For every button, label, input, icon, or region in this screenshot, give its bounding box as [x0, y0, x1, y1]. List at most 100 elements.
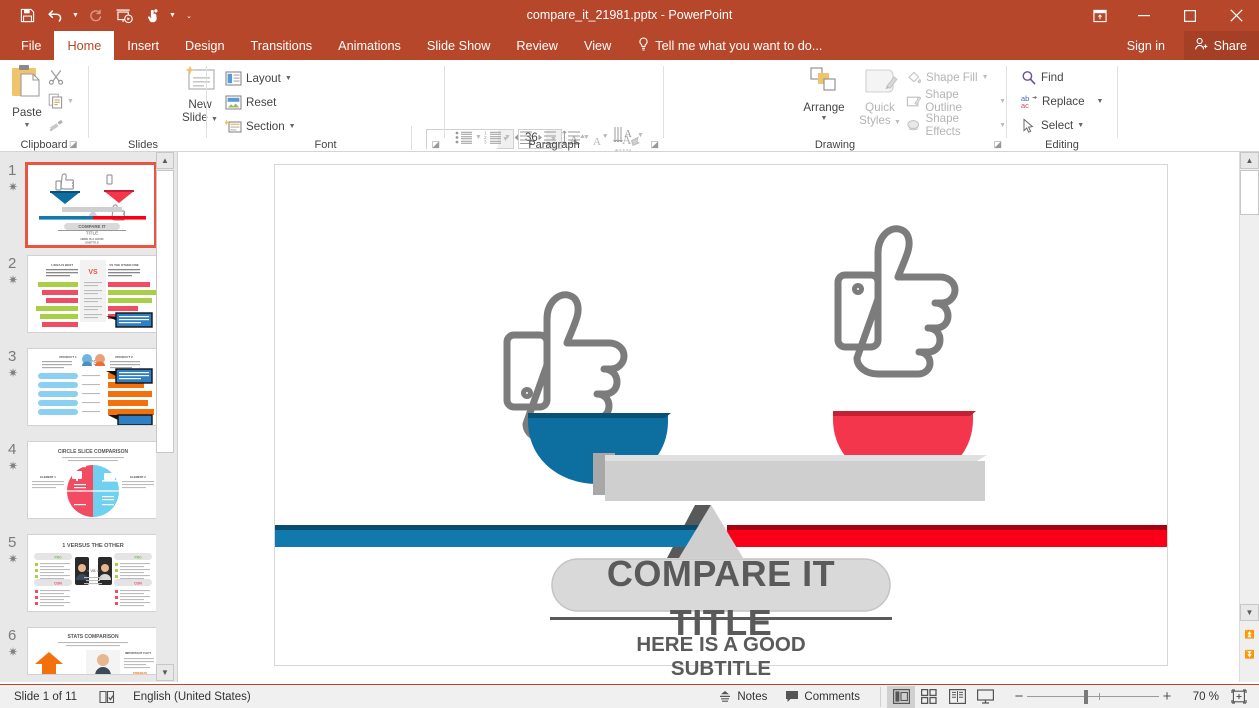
reading-view-button[interactable]: [943, 686, 971, 708]
quick-styles-button[interactable]: Quick Styles ▼: [852, 66, 908, 127]
maximize-button[interactable]: [1167, 0, 1213, 31]
select-button[interactable]: Select ▼: [1021, 113, 1103, 137]
svg-text:PRO: PRO: [54, 556, 62, 560]
clipboard-dialog-launcher[interactable]: ◪: [69, 139, 78, 150]
share-label: Share: [1213, 38, 1247, 53]
ribbon-group-paragraph: ▼ 123 ▼ ▼ A ▼ Paragraph ◪: [445, 60, 663, 187]
slide-indicator[interactable]: Slide 1 of 11: [14, 691, 77, 703]
format-painter-button[interactable]: [48, 113, 84, 137]
replace-dropdown-icon[interactable]: ▼: [1097, 98, 1104, 105]
thumbnail-row-4[interactable]: 4 ✷ CIRCLE SLICE COMPARISON ELEMENT 1 EL…: [0, 441, 177, 524]
share-button[interactable]: Share: [1183, 31, 1259, 60]
fit-to-window-button[interactable]: [1231, 689, 1247, 704]
select-dropdown-icon[interactable]: ▼: [1077, 122, 1084, 129]
tab-review[interactable]: Review: [503, 31, 571, 60]
paste-dropdown-icon[interactable]: ▼: [6, 122, 48, 129]
slide-thumbnail-6[interactable]: STATS COMPARISON IMPORTANT FACT STRENGTH: [27, 627, 159, 675]
shape-fill-dropdown-icon[interactable]: ▼: [982, 74, 989, 81]
replace-button[interactable]: ab ac Replace ▼: [1021, 89, 1103, 113]
zoom-out-button[interactable]: −: [1011, 688, 1027, 705]
tab-transitions[interactable]: Transitions: [238, 31, 326, 60]
thumbnail-row-2[interactable]: 2 ✷ VS 1 IDEA IS BEST VS THE OTHER ONE: [0, 255, 177, 338]
notes-button[interactable]: Notes: [718, 690, 767, 703]
minimize-button[interactable]: [1121, 0, 1167, 31]
tab-insert[interactable]: Insert: [114, 31, 172, 60]
shape-fill-button[interactable]: Shape Fill ▼: [906, 65, 1006, 89]
thumbnail-row-3[interactable]: 3 ✷ VS PRODUCT 1 PRODUCT 2: [0, 348, 177, 431]
panel-scroll-up-button[interactable]: ▲: [156, 152, 174, 169]
slide-show-button[interactable]: [971, 686, 999, 708]
status-separator: [880, 686, 881, 707]
slide-thumbnail-1[interactable]: COMPARE IT TITLE HERE IS A GOOD SUBTITLE: [25, 162, 157, 248]
tab-file[interactable]: File: [8, 31, 54, 60]
lightbulb-icon: [638, 36, 649, 55]
thumbnail-number: 4: [8, 441, 17, 458]
text-direction-dropdown-icon[interactable]: ▼: [637, 132, 644, 139]
svg-text:CON: CON: [134, 582, 142, 586]
zoom-slider[interactable]: [1027, 689, 1159, 704]
tab-home[interactable]: Home: [54, 31, 115, 60]
status-bar: Slide 1 of 11 English (United States) No…: [0, 684, 1259, 708]
zoom-level[interactable]: 70 %: [1175, 691, 1219, 703]
thumbnail-row-1[interactable]: 1 ✷ COMPARE IT TITLE HERE IS A GOOD SUBT…: [0, 162, 177, 248]
tab-view[interactable]: View: [571, 31, 624, 60]
tell-me-box[interactable]: Tell me what you want to do...: [624, 31, 822, 60]
tab-design[interactable]: Design: [172, 31, 238, 60]
shape-effects-dropdown-icon[interactable]: ▼: [999, 122, 1006, 129]
canvas-scrollbar-thumb[interactable]: [1240, 170, 1259, 215]
close-button[interactable]: [1213, 0, 1259, 31]
current-slide[interactable]: COMPARE IT TITLE HERE IS A GOOD SUBTITLE: [274, 164, 1168, 680]
notes-icon: [720, 691, 731, 702]
spellcheck-icon[interactable]: [99, 690, 115, 704]
paste-button[interactable]: Paste ▼: [6, 64, 48, 129]
comments-button[interactable]: Comments: [785, 690, 860, 703]
cut-button[interactable]: [48, 65, 84, 89]
slide-thumbnail-3[interactable]: VS PRODUCT 1 PRODUCT 2: [27, 348, 159, 426]
font-dialog-launcher[interactable]: ◪: [431, 139, 440, 150]
animation-star-icon: ✷: [8, 180, 19, 194]
slide-thumbnail-panel[interactable]: 1 ✷ COMPARE IT TITLE HERE IS A GOOD SUBT…: [0, 152, 178, 682]
quick-styles-dropdown-icon[interactable]: ▼: [894, 119, 901, 126]
canvas-scroll-down-button[interactable]: ▼: [1240, 604, 1259, 621]
normal-view-button[interactable]: [887, 685, 915, 708]
zoom-slider-handle[interactable]: [1084, 689, 1088, 704]
shape-outline-button[interactable]: Shape Outline ▼: [906, 88, 1006, 114]
shape-fill-icon: [908, 71, 921, 83]
tab-slide-show[interactable]: Slide Show: [414, 31, 503, 60]
ribbon-display-options-icon[interactable]: [1079, 0, 1121, 31]
arrange-button[interactable]: Arrange ▼: [798, 66, 850, 122]
canvas-scrollbar[interactable]: ▲ ▼ ⏫ ⏬: [1239, 152, 1259, 682]
find-button[interactable]: Find: [1021, 65, 1103, 89]
panel-scroll-down-button[interactable]: ▼: [156, 664, 174, 681]
thumbnail-row-6[interactable]: 6 ✷ STATS COMPARISON IMPORTANT FACT STRE…: [0, 627, 177, 682]
svg-text:VS: VS: [88, 269, 98, 276]
drawing-dialog-launcher[interactable]: ◪: [993, 139, 1002, 150]
paintbrush-icon: [49, 119, 63, 131]
ribbon-group-drawing: ▲ ▼ ▼ Arrange ▼ Quick Styles ▼ Shape Fil…: [664, 60, 1006, 152]
slide-graphic: [275, 165, 1167, 665]
shape-effects-button[interactable]: Shape Effects ▼: [906, 112, 1006, 138]
slide-editing-canvas[interactable]: COMPARE IT TITLE HERE IS A GOOD SUBTITLE: [179, 152, 1239, 682]
thumbnail-number: 3: [8, 348, 17, 365]
copy-button[interactable]: ▼: [48, 89, 84, 113]
shape-outline-dropdown-icon[interactable]: ▼: [999, 98, 1006, 105]
thumbnail-row-5[interactable]: 5 ✷ 1 VERSUS THE OTHER PRO PRO CON CON <…: [0, 534, 177, 617]
panel-scrollbar-thumb[interactable]: [156, 170, 174, 453]
slide-thumbnail-2[interactable]: VS 1 IDEA IS BEST VS THE OTHER ONE: [27, 255, 159, 333]
next-slide-button[interactable]: ⏬: [1240, 646, 1259, 663]
sign-in-button[interactable]: Sign in: [1119, 31, 1173, 60]
canvas-scroll-up-button[interactable]: ▲: [1240, 152, 1259, 169]
replace-label: Replace: [1042, 94, 1085, 108]
paragraph-dialog-launcher[interactable]: ◪: [650, 139, 659, 150]
slide-sorter-view-button[interactable]: [915, 686, 943, 708]
select-label: Select: [1041, 118, 1074, 132]
previous-slide-button[interactable]: ⏫: [1240, 626, 1259, 643]
arrange-dropdown-icon[interactable]: ▼: [798, 115, 850, 122]
tab-animations[interactable]: Animations: [325, 31, 414, 60]
slide-thumbnail-4[interactable]: CIRCLE SLICE COMPARISON ELEMENT 1 ELEMEN…: [27, 441, 159, 519]
zoom-slider-track: [1027, 695, 1159, 697]
zoom-in-button[interactable]: +: [1159, 688, 1175, 705]
slide-thumbnail-5[interactable]: 1 VERSUS THE OTHER PRO PRO CON CON < VS …: [27, 534, 159, 612]
copy-dropdown-icon[interactable]: ▼: [67, 98, 74, 105]
language-indicator[interactable]: English (United States): [133, 691, 251, 703]
